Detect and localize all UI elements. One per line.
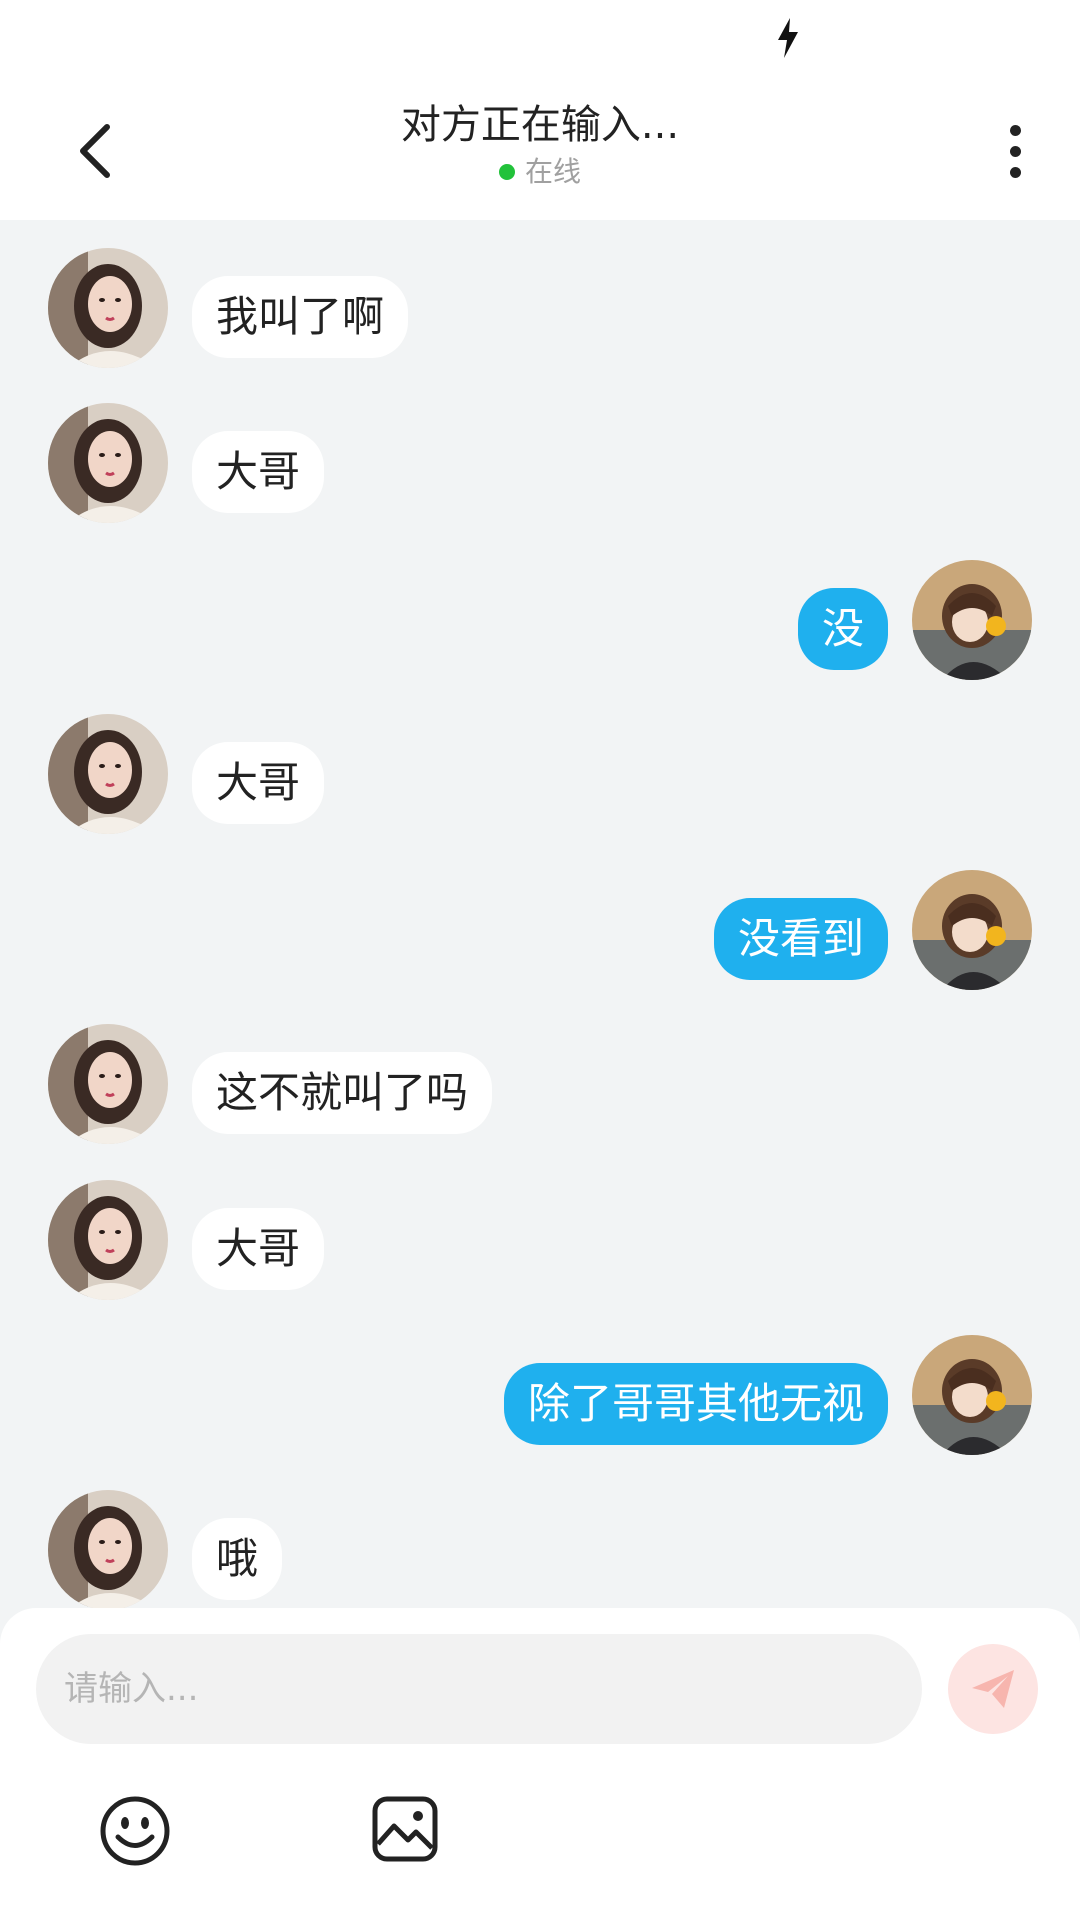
chevron-left-icon bbox=[80, 124, 110, 178]
image-icon[interactable] bbox=[370, 1794, 440, 1864]
contact-avatar[interactable] bbox=[48, 1180, 168, 1300]
contact-avatar[interactable] bbox=[48, 403, 168, 523]
chat-title: 对方正在输入... bbox=[400, 102, 680, 148]
message-row: 我叫了啊 bbox=[0, 248, 1080, 368]
message-row: 大哥 bbox=[0, 403, 1080, 523]
more-options-button[interactable] bbox=[985, 116, 1045, 186]
status-bar bbox=[0, 0, 1080, 80]
smiley-icon[interactable] bbox=[98, 1794, 172, 1868]
online-status-label: 在线 bbox=[524, 155, 581, 188]
lightning-icon bbox=[778, 18, 798, 58]
outgoing-message-bubble[interactable]: 除了哥哥其他无视 bbox=[503, 1363, 888, 1445]
incoming-message-bubble[interactable]: 大哥 bbox=[192, 742, 325, 824]
outgoing-message-bubble[interactable]: 没 bbox=[797, 588, 888, 670]
online-status: 在线 bbox=[240, 154, 840, 190]
self-avatar[interactable] bbox=[912, 1335, 1032, 1455]
incoming-message-bubble[interactable]: 大哥 bbox=[192, 431, 325, 513]
contact-avatar[interactable] bbox=[48, 1024, 168, 1144]
message-list[interactable]: 我叫了啊 大哥 没 大哥 没看到 这不就叫了吗 大哥 除了哥哥其他无视 哦 bbox=[0, 220, 1080, 1610]
send-button[interactable] bbox=[948, 1644, 1038, 1734]
title-area: 对方正在输入... 在线 bbox=[240, 98, 840, 190]
online-dot-icon bbox=[498, 164, 515, 180]
more-vertical-icon bbox=[1009, 124, 1021, 136]
message-row: 大哥 bbox=[0, 1180, 1080, 1300]
paper-plane-icon bbox=[972, 1670, 1014, 1708]
chat-header: 对方正在输入... 在线 bbox=[0, 80, 1080, 220]
message-row: 没看到 bbox=[0, 870, 1080, 990]
outgoing-message-bubble[interactable]: 没看到 bbox=[713, 898, 888, 980]
contact-avatar[interactable] bbox=[48, 1490, 168, 1610]
message-composer bbox=[0, 1608, 1080, 1920]
message-row: 这不就叫了吗 bbox=[0, 1024, 1080, 1144]
message-row: 哦 bbox=[0, 1490, 1080, 1610]
incoming-message-bubble[interactable]: 大哥 bbox=[192, 1208, 325, 1290]
back-button[interactable] bbox=[60, 116, 130, 186]
incoming-message-bubble[interactable]: 我叫了啊 bbox=[192, 276, 409, 358]
incoming-message-bubble[interactable]: 哦 bbox=[192, 1518, 283, 1600]
message-row: 大哥 bbox=[0, 714, 1080, 834]
self-avatar[interactable] bbox=[912, 870, 1032, 990]
message-row: 除了哥哥其他无视 bbox=[0, 1335, 1080, 1455]
self-avatar[interactable] bbox=[912, 560, 1032, 680]
incoming-message-bubble[interactable]: 这不就叫了吗 bbox=[192, 1052, 493, 1134]
message-input[interactable] bbox=[36, 1634, 922, 1744]
contact-avatar[interactable] bbox=[48, 248, 168, 368]
message-row: 没 bbox=[0, 560, 1080, 680]
contact-avatar[interactable] bbox=[48, 714, 168, 834]
